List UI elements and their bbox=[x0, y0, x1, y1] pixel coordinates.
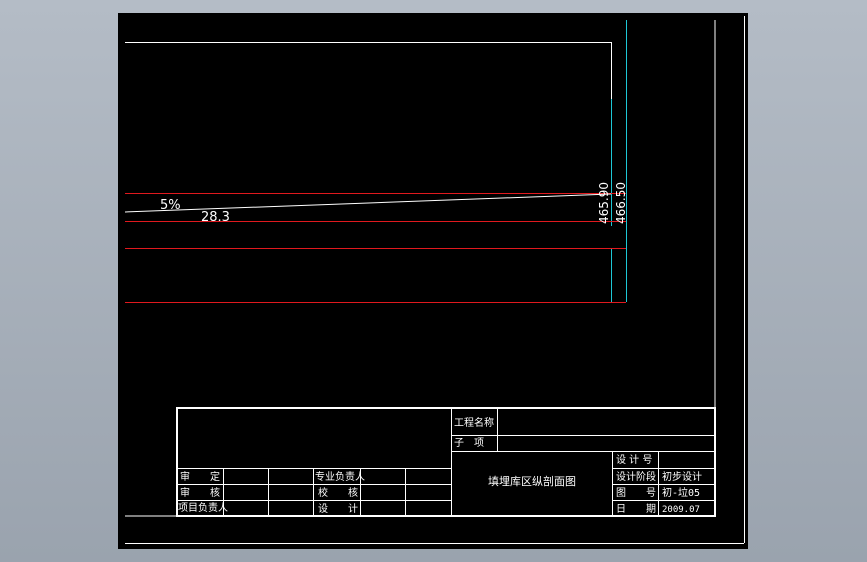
check-label: 校 核 bbox=[318, 486, 358, 499]
project-name-label: 工程名称 bbox=[454, 416, 494, 429]
title-block: 工程名称 子 项 填埋库区纵剖面图 审 定 审 核 项目负责人 专业负责人 校 … bbox=[176, 407, 716, 517]
designer-label: 设 计 bbox=[318, 502, 358, 515]
drawing-no-value: 初-垃05 bbox=[662, 486, 700, 499]
design-no-label: 设 计 号 bbox=[616, 453, 652, 466]
drawing-viewport[interactable]: 5% 28.3 465.90 466.50 工程名称 子 项 填埋库区纵剖面图 … bbox=[118, 13, 748, 549]
project-lead-label: 项目负责人 bbox=[178, 501, 228, 514]
drawing-title: 填埋库区纵剖面图 bbox=[488, 474, 576, 488]
slope-label: 5% bbox=[160, 198, 181, 213]
cad-drawing: 5% 28.3 465.90 466.50 工程名称 子 项 填埋库区纵剖面图 … bbox=[124, 16, 745, 544]
review-label: 审 核 bbox=[180, 486, 220, 499]
date-label: 日 期 bbox=[616, 503, 656, 515]
sub-item-label: 子 项 bbox=[454, 437, 484, 449]
design-stage-value: 初步设计 bbox=[662, 470, 702, 483]
elevation-label-left: 465.90 bbox=[597, 182, 611, 224]
drawing-no-label: 图 号 bbox=[616, 487, 656, 499]
length-label: 28.3 bbox=[201, 210, 230, 225]
slope-line bbox=[124, 193, 612, 213]
elevation-label-right: 466.50 bbox=[614, 182, 628, 224]
approve-label: 审 定 bbox=[180, 470, 220, 483]
date-value: 2009.07 bbox=[662, 505, 700, 515]
discipline-lead-label: 专业负责人 bbox=[315, 470, 365, 483]
design-stage-label: 设计阶段 bbox=[616, 470, 656, 483]
